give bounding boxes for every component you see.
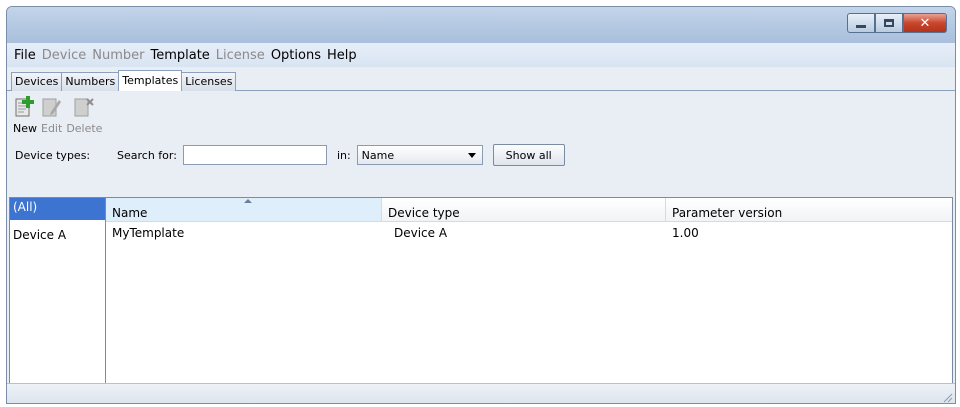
sort-ascending-icon: [243, 199, 252, 203]
tab-licenses[interactable]: Licenses: [181, 72, 237, 91]
menu-options[interactable]: Options: [268, 48, 324, 63]
column-header-name[interactable]: Name: [106, 198, 382, 221]
search-field-select[interactable]: Name: [356, 145, 483, 165]
column-header-device-type-label: Device type: [388, 206, 460, 220]
edit-icon: [42, 95, 62, 119]
search-row: Device types: Search for: in: Name Show …: [7, 143, 955, 167]
menu-help[interactable]: Help: [324, 48, 360, 63]
minimize-icon: [856, 24, 866, 28]
new-document-icon: [15, 95, 35, 119]
maximize-icon: [884, 19, 894, 27]
cell-name: MyTemplate: [112, 226, 185, 240]
tab-numbers[interactable]: Numbers: [61, 72, 120, 91]
menu-license[interactable]: License: [213, 48, 268, 63]
chevron-down-icon: [467, 152, 476, 158]
delete-label: Delete: [66, 122, 103, 135]
window-controls: ✕: [847, 13, 947, 33]
main-content: Devices Numbers Templates Licenses New E…: [7, 67, 955, 403]
app-window: ✕ File Device Number Template License Op…: [6, 6, 956, 404]
search-for-label: Search for:: [117, 148, 177, 162]
column-header-parameter-version-label: Parameter version: [672, 206, 783, 220]
edit-button[interactable]: Edit: [41, 95, 62, 143]
menu-template[interactable]: Template: [147, 48, 212, 63]
new-button[interactable]: New: [13, 95, 37, 143]
close-icon: ✕: [919, 15, 931, 31]
device-type-item-all[interactable]: (All): [10, 198, 105, 220]
device-type-list[interactable]: (All) Device A: [9, 197, 106, 398]
search-field-value: Name: [361, 148, 395, 162]
menu-device[interactable]: Device: [39, 48, 89, 63]
menu-file[interactable]: File: [11, 48, 39, 63]
templates-table: Name Device type Parameter version MyTem…: [106, 197, 953, 398]
show-all-label: Show all: [505, 148, 552, 162]
tab-strip: Devices Numbers Templates Licenses: [7, 67, 955, 91]
table-row[interactable]: MyTemplate Device A 1.00: [106, 222, 952, 242]
menu-number[interactable]: Number: [89, 48, 147, 63]
status-bar: [7, 383, 955, 403]
device-type-item-device-a[interactable]: Device A: [10, 226, 105, 248]
search-input[interactable]: [182, 145, 327, 165]
device-types-label: Device types:: [15, 148, 91, 162]
column-header-name-label: Name: [112, 206, 148, 220]
panels: (All) Device A Name Device type Paramete…: [9, 197, 953, 398]
minimize-button[interactable]: [847, 13, 875, 33]
delete-button[interactable]: Delete: [66, 95, 102, 143]
cell-device-type: Device A: [394, 226, 448, 240]
maximize-button[interactable]: [875, 13, 903, 33]
column-header-parameter-version[interactable]: Parameter version: [666, 198, 952, 221]
tab-templates[interactable]: Templates: [118, 70, 183, 91]
title-bar[interactable]: ✕: [7, 7, 955, 43]
edit-label: Edit: [41, 122, 63, 135]
toolbar: New Edit Delete: [7, 91, 955, 143]
menu-bar: File Device Number Template License Opti…: [7, 43, 955, 67]
column-header-device-type[interactable]: Device type: [382, 198, 666, 221]
in-label: in:: [336, 148, 351, 162]
delete-icon: [74, 95, 95, 119]
show-all-button[interactable]: Show all: [492, 144, 565, 166]
cell-parameter-version: 1.00: [672, 226, 699, 240]
close-button[interactable]: ✕: [903, 13, 947, 33]
resize-grip-icon[interactable]: [941, 391, 953, 403]
table-header: Name Device type Parameter version: [106, 198, 952, 222]
new-label: New: [13, 122, 37, 135]
tab-devices[interactable]: Devices: [11, 72, 63, 91]
